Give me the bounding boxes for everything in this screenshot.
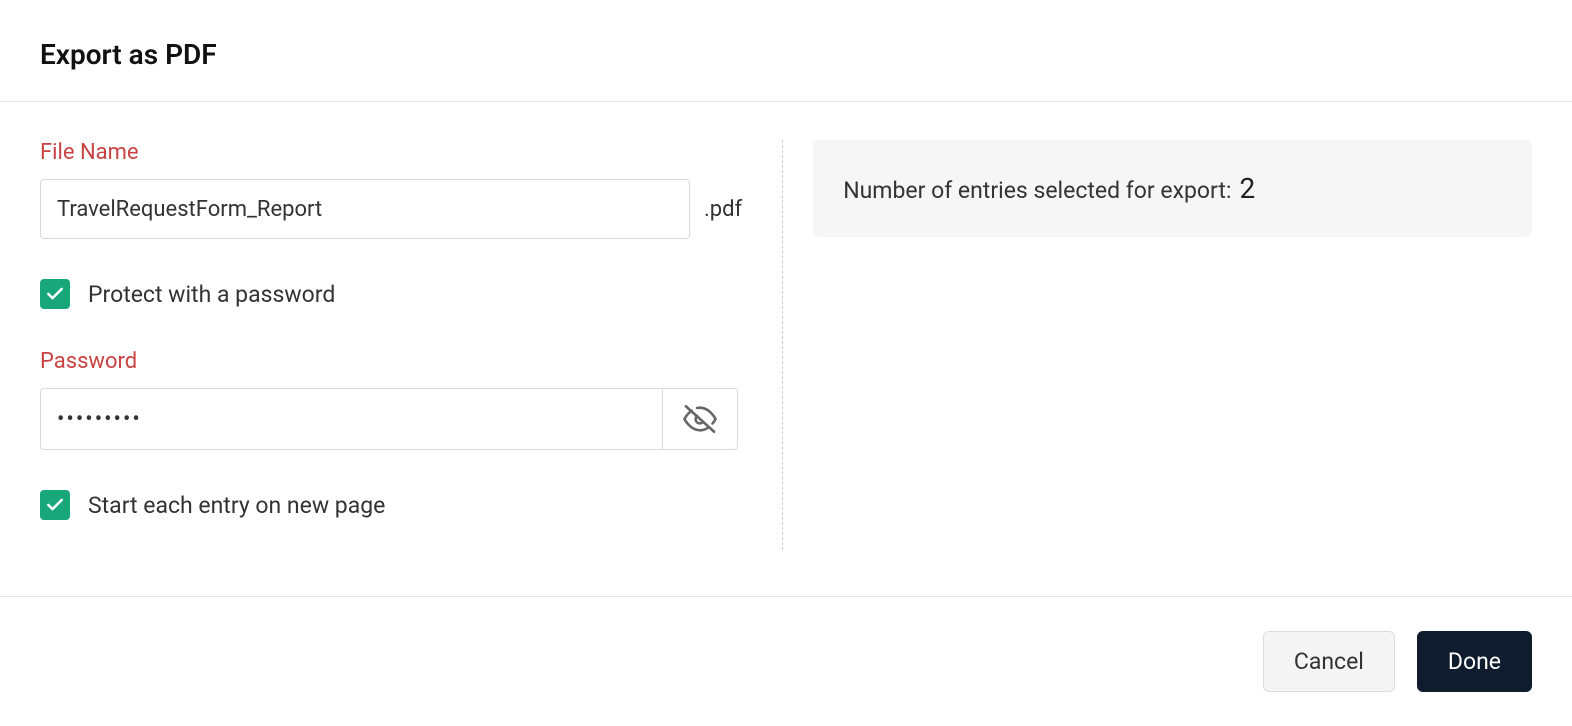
protect-password-row: Protect with a password [40, 279, 742, 309]
filename-extension: .pdf [704, 197, 742, 222]
protect-password-label: Protect with a password [88, 281, 335, 308]
export-pdf-dialog: Export as PDF File Name .pdf Protect w [0, 0, 1572, 726]
right-panel: Number of entries selected for export: 2 [783, 140, 1532, 558]
protect-password-checkbox[interactable] [40, 279, 70, 309]
password-field: Password [40, 349, 742, 450]
dialog-footer: Cancel Done [0, 597, 1572, 726]
filename-field: File Name .pdf [40, 140, 742, 239]
password-input[interactable] [40, 388, 662, 450]
new-page-row: Start each entry on new page [40, 490, 742, 520]
filename-row: .pdf [40, 179, 742, 239]
entries-count: 2 [1239, 172, 1255, 205]
done-button[interactable]: Done [1417, 631, 1532, 692]
toggle-password-visibility-button[interactable] [662, 388, 738, 450]
password-label: Password [40, 349, 742, 374]
cancel-button[interactable]: Cancel [1263, 631, 1395, 692]
dialog-title: Export as PDF [40, 38, 1532, 71]
password-row [40, 388, 738, 450]
check-icon [45, 284, 65, 304]
entries-info-box: Number of entries selected for export: 2 [813, 140, 1532, 237]
entries-info-text: Number of entries selected for export: [843, 177, 1231, 204]
filename-label: File Name [40, 140, 742, 165]
new-page-label: Start each entry on new page [88, 492, 385, 519]
dialog-body: File Name .pdf Protect with a password P… [0, 102, 1572, 597]
check-icon [45, 495, 65, 515]
eye-off-icon [683, 402, 717, 436]
filename-input[interactable] [40, 179, 690, 239]
left-panel: File Name .pdf Protect with a password P… [40, 140, 782, 558]
dialog-header: Export as PDF [0, 0, 1572, 102]
new-page-checkbox[interactable] [40, 490, 70, 520]
